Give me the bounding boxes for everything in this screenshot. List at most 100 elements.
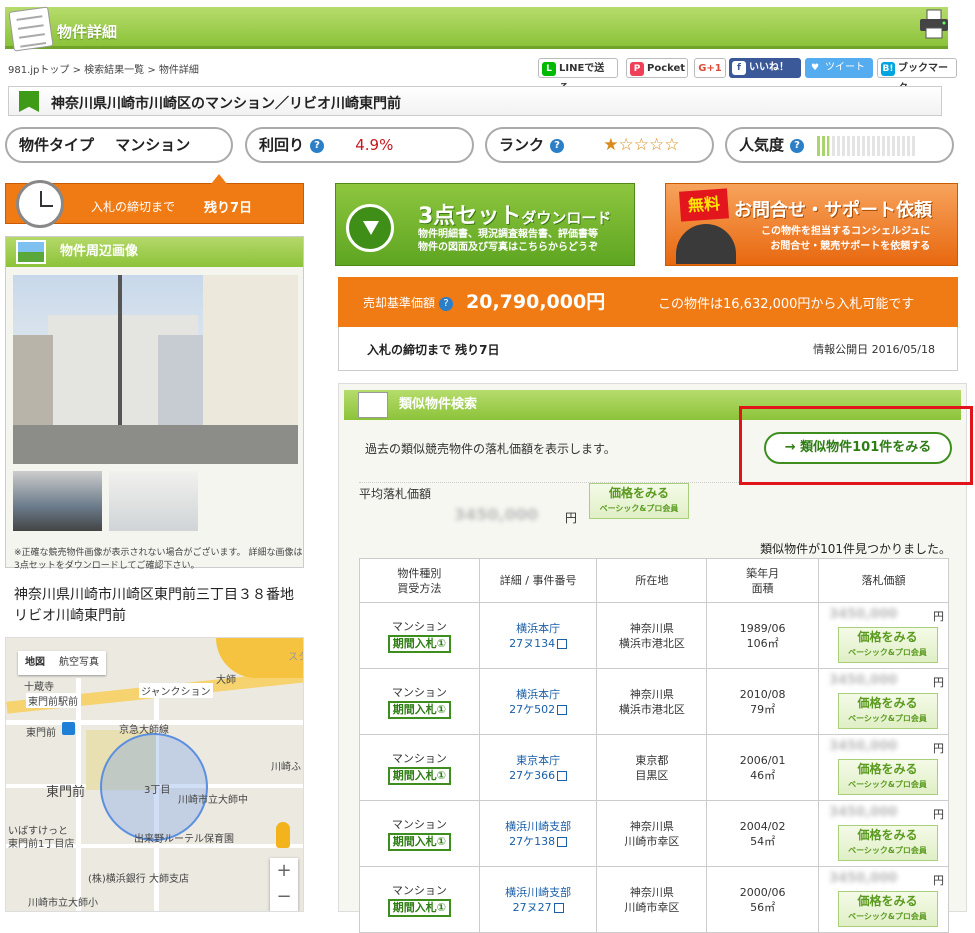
breadcrumb-home[interactable]: 981.jpトップ (8, 65, 69, 76)
map-label: 川崎市立大師小 (28, 898, 98, 909)
zoom-out-button[interactable]: − (270, 884, 298, 910)
address-line: 神奈川県川崎市川崎区東門前三丁目３８番地 (14, 587, 294, 603)
view-price-button[interactable]: 価格をみる ベーシック&プロ会員 (837, 890, 938, 927)
external-link-icon (557, 704, 568, 715)
similar-description: 過去の類似競売物件の落札価額を表示します。 (365, 442, 616, 456)
court-link[interactable]: 横浜本庁 (480, 621, 597, 636)
breadcrumb-sep: > (144, 65, 159, 76)
map-label: 十蔵寺 (24, 682, 54, 693)
col-type: 物件種別 買受方法 (359, 558, 480, 603)
external-link-icon (557, 836, 568, 847)
tweet-button[interactable]: ♥ ツイート (805, 58, 873, 78)
col-method-label: 買受方法 (397, 581, 442, 595)
help-icon[interactable]: ? (439, 296, 454, 311)
court-link[interactable]: 横浜川崎支部 (480, 819, 597, 834)
case-number-link[interactable]: 27ケ138 (480, 834, 597, 849)
photo-thumbnail[interactable] (13, 471, 102, 531)
external-link-icon (557, 770, 568, 781)
bid-method-badge: 期間入札① (387, 700, 452, 719)
gplus-button[interactable]: G+1 (694, 58, 726, 78)
view-price-button[interactable]: 価格をみる ベーシック&プロ会員 (837, 758, 938, 795)
member-note: ベーシック&プロ会員 (848, 845, 927, 855)
view-price-button[interactable]: 価格をみるベーシック&プロ会員 (837, 824, 938, 861)
pegman-icon[interactable] (276, 822, 290, 848)
min-bid-note: この物件は16,632,000円から入札可能です (658, 297, 915, 312)
row-area: 54㎡ (750, 834, 776, 848)
court-link[interactable]: 東京本庁 (480, 753, 597, 768)
twitter-icon: ♥ (810, 63, 820, 73)
map-tab[interactable]: 地図 (18, 651, 52, 675)
photo-thumbnail[interactable] (109, 471, 198, 531)
price-blurred: 3450,000 (829, 606, 898, 622)
map-label: 川崎ふ (271, 762, 301, 773)
price-banner: 売却基準価額? 20,790,000円 この物件は16,632,000円から入札… (338, 277, 958, 327)
zoom-in-button[interactable]: + (270, 858, 298, 884)
help-icon[interactable]: ? (550, 138, 565, 153)
aerial-tab[interactable]: 航空写真 (52, 651, 106, 675)
case-number-link[interactable]: 27ケ502 (480, 702, 597, 717)
view-price-label: 価格をみる (857, 893, 918, 908)
view-price-label: 価格をみる (857, 827, 918, 842)
map-panel[interactable]: 地図 航空写真 十蔵寺 大師 ジャンクション 東門前駅前 京急大師線 東門前 東門… (5, 637, 304, 912)
row-type: マンション (391, 817, 447, 831)
facebook-icon: f (732, 61, 746, 75)
price-blurred: 3450,000 (829, 672, 898, 688)
hatena-icon: B! (881, 62, 895, 76)
court-link[interactable]: 横浜川崎支部 (480, 885, 597, 900)
col-type-label: 物件種別 (397, 566, 442, 580)
download-arrow-icon (346, 204, 394, 252)
facebook-like-button[interactable]: f いいね！ (729, 58, 801, 78)
building-name: リビオ川崎東門前 (14, 608, 126, 624)
help-icon[interactable]: ? (790, 138, 805, 153)
table-row: マンション 期間入札① 横浜本庁 27ヌ134 神奈川県 横浜市港北区 1989/06 106… (359, 602, 949, 669)
similar-title: 類似物件検索 (399, 397, 478, 412)
support-request-button[interactable]: 無料 お問合せ・サポート依頼 この物件を担当するコンシェルジュに お問合せ・競売サ… (665, 183, 958, 266)
cell-year: 2004/02 54㎡ (706, 800, 820, 867)
cell-year: 2006/01 46㎡ (706, 734, 820, 801)
printer-icon[interactable] (918, 8, 950, 40)
download-3set-button[interactable]: 3点セットダウンロード 物件明細書、現況調査報告書、評価書等 物件の図面及び写真は… (335, 183, 635, 266)
property-photos-panel: 物件周辺画像 (5, 236, 304, 568)
case-number-link[interactable]: 27ヌ27 (480, 900, 597, 915)
court-link[interactable]: 横浜本庁 (480, 687, 597, 702)
cell-year: 2000/06 56㎡ (706, 866, 820, 933)
case-number: 27ケ138 (509, 834, 556, 848)
hatena-bookmark-button[interactable]: B!ブックマーク (877, 58, 957, 94)
col-case: 詳細 / 事件番号 (478, 558, 598, 603)
yen-unit: 円 (933, 873, 944, 887)
table-row: マンション 期間入札① 横浜川崎支部 27ヌ27 神奈川県 川崎市幸区 2000/06 56㎡… (359, 866, 949, 933)
case-number-link[interactable]: 27ヌ134 (480, 636, 597, 651)
external-link-icon (553, 902, 564, 913)
col-location: 所在地 (596, 558, 708, 603)
train-station-icon (62, 722, 75, 735)
line-share-button[interactable]: LLINEで送る (538, 58, 618, 94)
view-price-button[interactable]: 価格をみる ベーシック&プロ会員 (837, 692, 938, 729)
yield-value: 4.9% (355, 136, 394, 154)
row-built: 1989/06 (739, 621, 786, 635)
deadline-label: 入札の締切まで (91, 200, 176, 214)
property-title: 神奈川県川崎市川崎区のマンション／リビオ川崎東門前 (51, 96, 401, 112)
rank-pill: ランク? ★☆☆☆☆ (485, 127, 714, 163)
download-desc-line: 物件明細書、現況調査報告書、評価書等 (418, 229, 598, 240)
highlight-box (739, 406, 973, 485)
price-blurred: 3450,000 (829, 870, 898, 886)
view-price-button[interactable]: 価格をみる ベーシック&プロ会員 (589, 483, 689, 519)
view-price-button[interactable]: 価格をみる ベーシック&プロ会員 (837, 626, 938, 663)
main-photo[interactable] (13, 275, 298, 464)
help-icon[interactable]: ? (310, 138, 325, 153)
row-city: 横浜市港北区 (618, 636, 685, 650)
deadline-notch (211, 174, 227, 184)
yield-pill: 利回り? 4.9% (245, 127, 474, 163)
cell-type: マンション 期間入札① (359, 602, 480, 669)
pocket-button[interactable]: P Pocket (626, 58, 688, 78)
base-price-value: 20,790,000円 (466, 291, 606, 313)
cell-price: 3450,000 円価格をみる ベーシック&プロ会員 (818, 602, 949, 669)
cell-type: マンション 期間入札① (359, 866, 480, 933)
cell-location: 東京都 目黒区 (596, 734, 708, 801)
table-header-row: 物件種別 買受方法 詳細 / 事件番号 所在地 築年月 面積 落札価額 (359, 558, 949, 603)
row-area: 79㎡ (750, 702, 776, 716)
breadcrumb-results[interactable]: 検索結果一覧 (84, 65, 144, 76)
publish-date: 情報公開日 2016/05/18 (813, 343, 935, 356)
line-icon: L (542, 62, 556, 76)
case-number-link[interactable]: 27ケ366 (480, 768, 597, 783)
